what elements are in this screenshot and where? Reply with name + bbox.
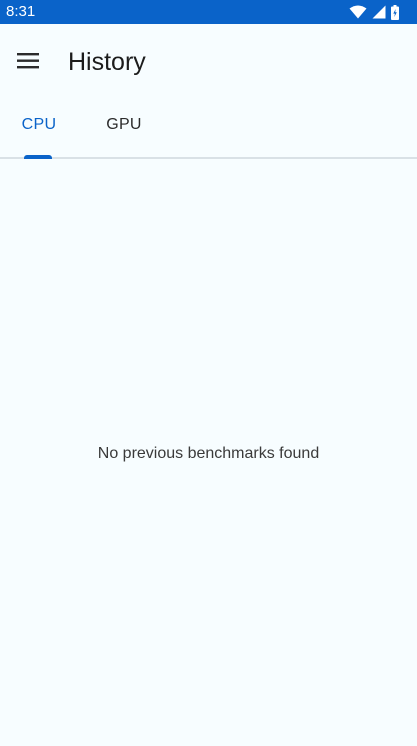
battery-icon [391, 4, 399, 20]
page-title: History [68, 48, 146, 76]
cellular-signal-icon [372, 5, 386, 19]
tab-bar: CPU GPU [0, 102, 417, 159]
tab-cpu[interactable]: CPU [14, 116, 64, 157]
status-bar: 8:31 [0, 0, 417, 24]
tab-gpu-label: GPU [106, 116, 142, 133]
app-bar: History [0, 24, 417, 102]
menu-icon[interactable] [14, 49, 44, 73]
empty-state-message: No previous benchmarks found [97, 445, 320, 462]
status-time: 8:31 [6, 3, 36, 20]
selected-tab-indicator [24, 155, 52, 159]
wifi-icon [349, 5, 367, 19]
status-icons [349, 3, 399, 21]
tab-gpu[interactable]: GPU [98, 116, 150, 157]
tab-cpu-label: CPU [21, 116, 57, 133]
